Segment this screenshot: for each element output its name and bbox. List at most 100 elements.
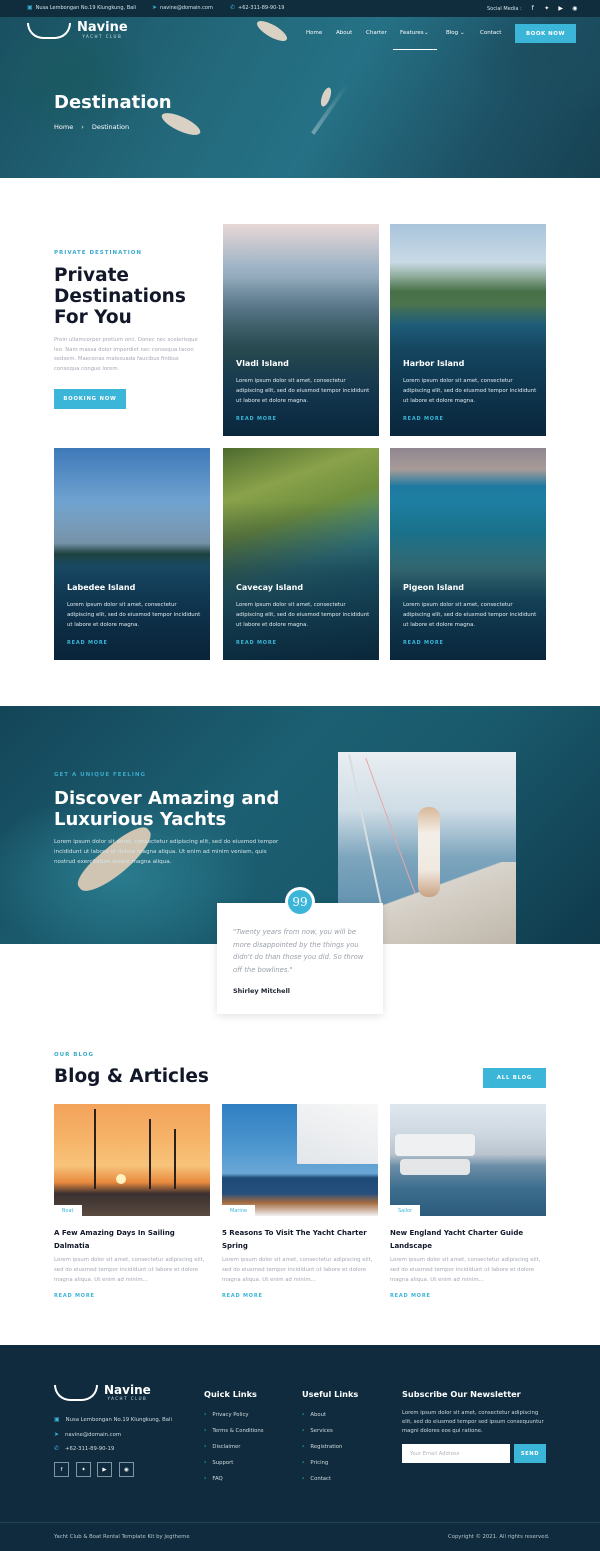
read-more-link[interactable]: READ MORE xyxy=(403,640,444,646)
instagram-icon[interactable]: ◉ xyxy=(571,5,579,12)
send-icon: ➤ xyxy=(54,1431,60,1438)
social-label: Social Media : xyxy=(487,5,522,12)
link-label[interactable]: Support xyxy=(212,1460,233,1466)
nav-charter[interactable]: Charter xyxy=(366,30,387,36)
post-tag[interactable]: Marine xyxy=(222,1205,256,1216)
logo-text: Navine YACHT CLUB xyxy=(77,21,128,39)
phone-icon: ✆ xyxy=(230,4,236,11)
youtube-icon[interactable]: ▶ xyxy=(97,1462,112,1477)
quick-link[interactable]: › Terms & Conditions xyxy=(204,1427,264,1434)
post-tag[interactable]: Boat xyxy=(54,1205,82,1216)
nav-blog-label: Blog xyxy=(446,30,459,36)
link-label[interactable]: Terms & Conditions xyxy=(212,1428,263,1434)
post-tag[interactable]: Sailor xyxy=(390,1205,421,1216)
facebook-icon[interactable]: f xyxy=(529,5,537,12)
topbar-email[interactable]: ➤ navine@domain.com xyxy=(152,4,213,12)
link-label[interactable]: Pricing xyxy=(310,1460,328,1466)
phone-link[interactable]: +62-311-89-90-19 xyxy=(65,1446,114,1452)
all-blog-button[interactable]: ALL BLOG xyxy=(483,1068,546,1088)
blog-image[interactable] xyxy=(54,1104,210,1216)
section-text: Proin ullamcorper pretium orci. Donec ne… xyxy=(54,337,198,372)
useful-link[interactable]: › Services xyxy=(302,1427,333,1434)
nav-contact[interactable]: Contact xyxy=(480,30,501,36)
post-excerpt: Lorem ipsum dolor sit amet, consectetur … xyxy=(390,1257,541,1283)
useful-link[interactable]: › Registration xyxy=(302,1443,342,1450)
destination-card[interactable]: Vladi Island Lorem ipsum dolor sit amet,… xyxy=(223,224,379,436)
youtube-icon[interactable]: ▶ xyxy=(557,5,565,12)
post-title[interactable]: 5 Reasons To Visit The Yacht Charter Spr… xyxy=(222,1227,378,1252)
post-excerpt: Lorem ipsum dolor sit amet, consectetur … xyxy=(222,1257,373,1283)
read-more-link[interactable]: READ MORE xyxy=(236,640,277,646)
card-overlay xyxy=(390,277,546,436)
link-label[interactable]: Disclaimer xyxy=(212,1444,240,1450)
site-logo[interactable]: Navine YACHT CLUB xyxy=(27,21,128,39)
destination-card[interactable]: Harbor Island Lorem ipsum dolor sit amet… xyxy=(390,224,546,436)
useful-links-title: Useful Links xyxy=(302,1389,359,1399)
link-label[interactable]: Services xyxy=(310,1428,332,1434)
quick-link[interactable]: › Privacy Policy xyxy=(204,1411,249,1418)
email-link[interactable]: navine@domain.com xyxy=(65,1432,121,1438)
link-label[interactable]: About xyxy=(310,1412,326,1418)
destination-card[interactable]: Labedee Island Lorem ipsum dolor sit ame… xyxy=(54,448,210,660)
twitter-icon[interactable]: ✦ xyxy=(543,5,551,12)
booking-now-button[interactable]: BOOKING NOW xyxy=(54,389,126,409)
read-more-link[interactable]: READ MORE xyxy=(390,1293,431,1299)
newsletter-text: Lorem ipsum dolor sit amet, consectetur … xyxy=(402,1410,544,1435)
footer-credit: Yacht Club & Boat Rental Template Kit by… xyxy=(54,1534,190,1540)
footer-phone[interactable]: ✆ +62-311-89-90-19 xyxy=(54,1445,114,1452)
useful-link[interactable]: › Pricing xyxy=(302,1459,328,1466)
book-now-button[interactable]: BOOK NOW xyxy=(515,24,576,43)
yacht-logo-icon xyxy=(54,1384,98,1401)
brand-sub: YACHT CLUB xyxy=(107,1396,148,1401)
nav-home[interactable]: Home xyxy=(306,30,322,36)
footer-email[interactable]: ➤ navine@domain.com xyxy=(54,1431,121,1438)
link-label[interactable]: Privacy Policy xyxy=(212,1412,248,1418)
useful-link[interactable]: › Contact xyxy=(302,1475,331,1482)
nav-about[interactable]: About xyxy=(336,30,352,36)
top-bar: ▣ Nusa Lembongan No.19 Klungkung, Bali ➤ n… xyxy=(0,0,600,17)
quick-link[interactable]: › FAQ xyxy=(204,1475,223,1482)
read-more-link[interactable]: READ MORE xyxy=(54,1293,95,1299)
card-title: Harbor Island xyxy=(403,359,465,368)
read-more-link[interactable]: READ MORE xyxy=(403,416,444,422)
chevron-right-icon: › xyxy=(81,123,84,131)
destination-card[interactable]: Cavecay Island Lorem ipsum dolor sit ame… xyxy=(223,448,379,660)
chevron-right-icon: › xyxy=(302,1459,305,1466)
twitter-icon[interactable]: ✦ xyxy=(76,1462,91,1477)
card-title: Pigeon Island xyxy=(403,583,465,592)
newsletter-title: Subscribe Our Newsletter xyxy=(402,1389,521,1399)
card-text: Lorem ipsum dolor sit amet, consectetur … xyxy=(403,602,537,628)
blog-image[interactable] xyxy=(390,1104,546,1216)
read-more-link[interactable]: READ MORE xyxy=(222,1293,263,1299)
breadcrumb-home[interactable]: Home xyxy=(54,123,73,131)
link-label[interactable]: Contact xyxy=(310,1476,331,1482)
send-button[interactable]: SEND xyxy=(514,1444,546,1463)
card-text: Lorem ipsum dolor sit amet, consectetur … xyxy=(403,378,537,404)
phone-link[interactable]: +62-311-89-90-19 xyxy=(238,5,284,11)
quick-link[interactable]: › Disclaimer xyxy=(204,1443,240,1450)
footer-logo[interactable]: Navine YACHT CLUB xyxy=(54,1384,151,1401)
chevron-right-icon: › xyxy=(302,1427,305,1434)
destination-card[interactable]: Pigeon Island Lorem ipsum dolor sit amet… xyxy=(390,448,546,660)
useful-link[interactable]: › About xyxy=(302,1411,326,1418)
card-title: Labedee Island xyxy=(67,583,136,592)
read-more-link[interactable]: READ MORE xyxy=(67,640,108,646)
facebook-icon[interactable]: f xyxy=(54,1462,69,1477)
email-link[interactable]: navine@domain.com xyxy=(160,5,213,11)
post-title[interactable]: New England Yacht Charter Guide Landscap… xyxy=(390,1227,546,1252)
newsletter-email-input[interactable]: Your Email Address xyxy=(402,1444,510,1463)
section-title: Private Destinations For You xyxy=(54,265,186,328)
footer-divider xyxy=(0,1522,600,1523)
post-title[interactable]: A Few Amazing Days In Sailing Dalmatia xyxy=(54,1227,210,1252)
quick-link[interactable]: › Support xyxy=(204,1459,233,1466)
boat-image xyxy=(395,1134,475,1156)
blog-image[interactable] xyxy=(222,1104,378,1216)
link-label[interactable]: FAQ xyxy=(212,1476,222,1482)
send-icon: ➤ xyxy=(152,4,158,11)
link-label[interactable]: Registration xyxy=(310,1444,342,1450)
boat-image xyxy=(400,1159,470,1175)
chevron-right-icon: › xyxy=(204,1427,207,1434)
instagram-icon[interactable]: ◉ xyxy=(119,1462,134,1477)
topbar-phone[interactable]: ✆ +62-311-89-90-19 xyxy=(230,4,284,12)
read-more-link[interactable]: READ MORE xyxy=(236,416,277,422)
